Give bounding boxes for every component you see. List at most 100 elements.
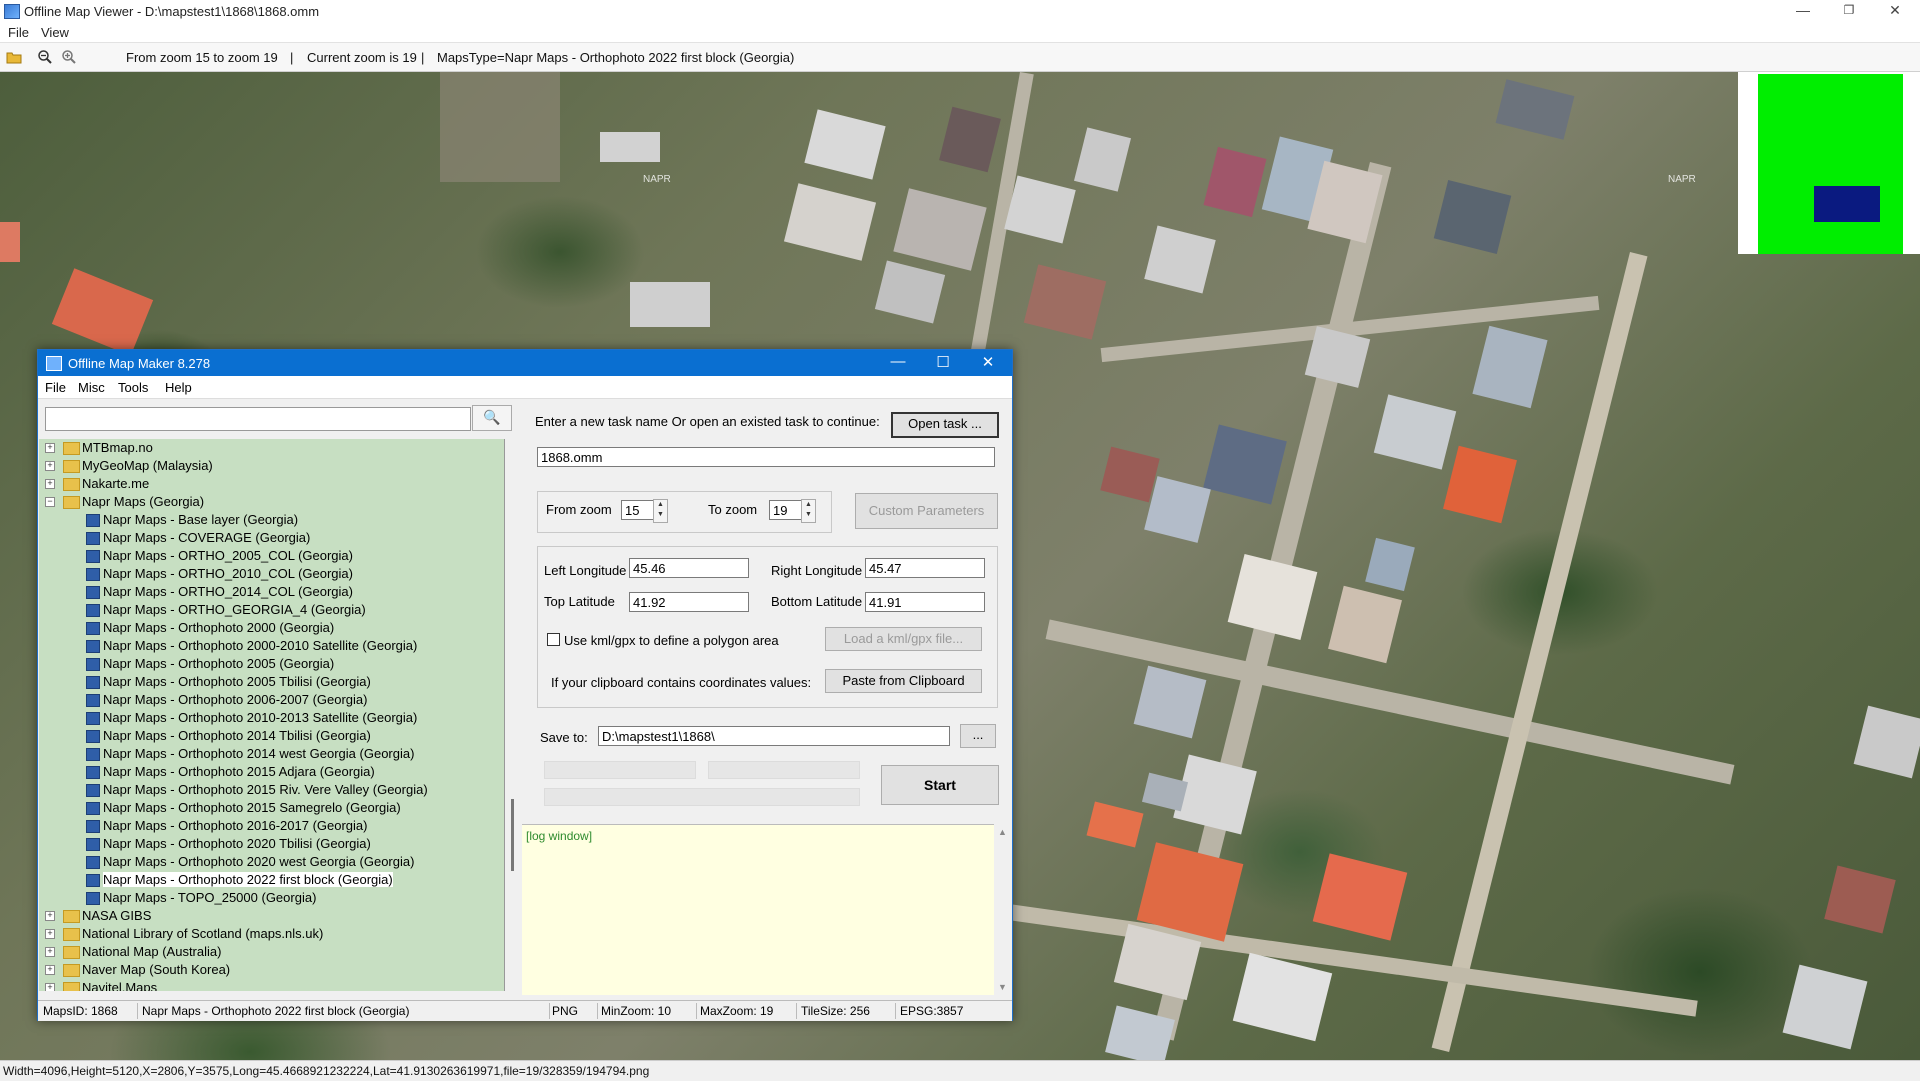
tree-folder-item[interactable]: + NASA GIBS xyxy=(39,907,504,925)
expand-toggle-icon[interactable]: + xyxy=(45,479,55,489)
tree-map-item[interactable]: Napr Maps - ORTHO_2014_COL (Georgia) xyxy=(39,583,504,601)
tree-map-item[interactable]: Napr Maps - Orthophoto 2005 Tbilisi (Geo… xyxy=(39,673,504,691)
right-longitude-input[interactable]: 45.47 xyxy=(865,558,985,578)
expand-toggle-icon[interactable]: + xyxy=(45,929,55,939)
dialog-menu-help[interactable]: Help xyxy=(165,380,192,395)
dialog-menu-file[interactable]: File xyxy=(45,380,66,395)
tree-item-label: Napr Maps - Orthophoto 2000-2010 Satelli… xyxy=(103,638,418,653)
tree-map-item[interactable]: Napr Maps - Orthophoto 2016-2017 (Georgi… xyxy=(39,817,504,835)
from-zoom-input[interactable]: 15 xyxy=(621,500,654,520)
tree-map-item[interactable]: Napr Maps - Orthophoto 2014 Tbilisi (Geo… xyxy=(39,727,504,745)
menu-view[interactable]: View xyxy=(41,25,69,40)
tree-map-item[interactable]: Napr Maps - Orthophoto 2000-2010 Satelli… xyxy=(39,637,504,655)
tree-folder-item[interactable]: + National Map (Australia) xyxy=(39,943,504,961)
left-longitude-input[interactable]: 45.46 xyxy=(629,558,749,578)
tree-map-item[interactable]: Napr Maps - Orthophoto 2014 west Georgia… xyxy=(39,745,504,763)
zoom-out-icon[interactable] xyxy=(37,49,53,65)
custom-parameters-button[interactable]: Custom Parameters xyxy=(855,493,998,529)
building xyxy=(1373,394,1457,470)
folder-icon xyxy=(63,982,80,991)
tree-folder-item[interactable]: + Navitel.Maps xyxy=(39,979,504,991)
dialog-maximize-button[interactable]: ☐ xyxy=(923,353,963,371)
from-zoom-stepper[interactable]: ▲ ▼ xyxy=(653,499,668,523)
tree-map-item[interactable]: Napr Maps - Orthophoto 2010-2013 Satelli… xyxy=(39,709,504,727)
tree-item-label: Naver Map (South Korea) xyxy=(82,962,231,977)
bottom-latitude-input[interactable]: 41.91 xyxy=(865,592,985,612)
tree-item-label: Napr Maps - Orthophoto 2005 (Georgia) xyxy=(103,656,335,671)
paste-clipboard-button[interactable]: Paste from Clipboard xyxy=(825,669,982,693)
dialog-menu-misc[interactable]: Misc xyxy=(78,380,105,395)
map-source-tree[interactable]: + MTBmap.no + MyGeoMap (Malaysia) + Nakarte.m… xyxy=(39,439,505,991)
tree-map-item[interactable]: Napr Maps - Orthophoto 2022 first block … xyxy=(39,871,504,889)
tree-item-label: Napr Maps - Orthophoto 2000 (Georgia) xyxy=(103,620,335,635)
expand-toggle-icon[interactable]: + xyxy=(45,983,55,991)
tree-map-item[interactable]: Napr Maps - Orthophoto 2015 Riv. Vere Va… xyxy=(39,781,504,799)
tree-map-item[interactable]: Napr Maps - Orthophoto 2005 (Georgia) xyxy=(39,655,504,673)
maps-name: Napr Maps - Orthophoto 2022 first block … xyxy=(142,1004,410,1018)
building xyxy=(1365,537,1415,592)
tree-map-item[interactable]: Napr Maps - ORTHO_2005_COL (Georgia) xyxy=(39,547,504,565)
browse-button[interactable]: ... xyxy=(960,724,996,748)
kml-polygon-checkbox[interactable] xyxy=(547,633,560,646)
tree-map-item[interactable]: Napr Maps - COVERAGE (Georgia) xyxy=(39,529,504,547)
start-button[interactable]: Start xyxy=(881,765,999,805)
dialog-minimize-button[interactable]: — xyxy=(878,353,918,370)
expand-toggle-icon[interactable]: + xyxy=(45,911,55,921)
minimap-viewport[interactable] xyxy=(1814,186,1880,222)
close-button[interactable]: ✕ xyxy=(1872,0,1918,22)
tree-map-item[interactable]: Napr Maps - Orthophoto 2006-2007 (Georgi… xyxy=(39,691,504,709)
to-zoom-input[interactable]: 19 xyxy=(769,500,802,520)
dialog-menu-tools[interactable]: Tools xyxy=(118,380,148,395)
menu-file[interactable]: File xyxy=(8,25,29,40)
open-task-button[interactable]: Open task ... xyxy=(891,412,999,438)
tree-map-item[interactable]: Napr Maps - TOPO_25000 (Georgia) xyxy=(39,889,504,907)
tree-map-item[interactable]: Napr Maps - ORTHO_2010_COL (Georgia) xyxy=(39,565,504,583)
tree-folder-item[interactable]: + MTBmap.no xyxy=(39,439,504,457)
tree-map-item[interactable]: Napr Maps - Base layer (Georgia) xyxy=(39,511,504,529)
tree-map-item[interactable]: Napr Maps - Orthophoto 2000 (Georgia) xyxy=(39,619,504,637)
tree-item-label: Napr Maps - Orthophoto 2020 Tbilisi (Geo… xyxy=(103,836,371,851)
open-folder-icon[interactable] xyxy=(6,49,22,65)
expand-toggle-icon[interactable]: + xyxy=(45,965,55,975)
scroll-up-icon[interactable]: ▲ xyxy=(994,827,1011,837)
tree-map-item[interactable]: Napr Maps - Orthophoto 2015 Samegrelo (G… xyxy=(39,799,504,817)
dialog-menubar: File Misc Tools Help xyxy=(38,376,1012,399)
save-path-input[interactable]: D:\mapstest1\1868\ xyxy=(598,726,950,746)
maximize-button[interactable]: ❐ xyxy=(1826,0,1872,22)
to-zoom-stepper[interactable]: ▲ ▼ xyxy=(801,499,816,523)
expand-toggle-icon[interactable]: + xyxy=(45,461,55,471)
building xyxy=(893,188,987,271)
minimap[interactable] xyxy=(1738,72,1920,254)
tree-map-item[interactable]: Napr Maps - Orthophoto 2015 Adjara (Geor… xyxy=(39,763,504,781)
top-latitude-input[interactable]: 41.92 xyxy=(629,592,749,612)
scrollbar-thumb[interactable] xyxy=(511,799,514,871)
expand-toggle-icon[interactable]: + xyxy=(45,947,55,957)
tile-size: TileSize: 256 xyxy=(801,1004,870,1018)
scroll-down-icon[interactable]: ▼ xyxy=(994,982,1011,992)
tree-map-item[interactable]: Napr Maps - Orthophoto 2020 west Georgia… xyxy=(39,853,504,871)
log-scrollbar[interactable]: ▲ ▼ xyxy=(994,824,1011,994)
tree-folder-item[interactable]: + Nakarte.me xyxy=(39,475,504,493)
load-kml-button[interactable]: Load a kml/gpx file... xyxy=(825,627,982,651)
tree-scrollbar[interactable] xyxy=(506,439,520,991)
tree-item-label: Napr Maps - ORTHO_2010_COL (Georgia) xyxy=(103,566,353,581)
tree-folder-item[interactable]: + Naver Map (South Korea) xyxy=(39,961,504,979)
expand-toggle-icon[interactable]: − xyxy=(45,497,55,507)
log-window[interactable]: [log window] xyxy=(522,824,994,995)
minimize-button[interactable]: — xyxy=(1780,0,1826,22)
map-search-input[interactable] xyxy=(45,407,471,431)
expand-toggle-icon[interactable]: + xyxy=(45,443,55,453)
tree-folder-item[interactable]: − Napr Maps (Georgia) xyxy=(39,493,504,511)
map-layer-icon xyxy=(86,730,100,743)
tree-map-item[interactable]: Napr Maps - ORTHO_GEORGIA_4 (Georgia) xyxy=(39,601,504,619)
zoom-in-icon[interactable] xyxy=(61,49,77,65)
to-zoom-label: To zoom xyxy=(708,502,758,517)
tree-folder-item[interactable]: + National Library of Scotland (maps.nls.… xyxy=(39,925,504,943)
tree-folder-item[interactable]: + MyGeoMap (Malaysia) xyxy=(39,457,504,475)
search-icon[interactable]: 🔍 xyxy=(472,405,512,431)
task-name-input[interactable]: 1868.omm xyxy=(537,447,995,467)
min-zoom: MinZoom: 10 xyxy=(601,1004,672,1018)
tree-map-item[interactable]: Napr Maps - Orthophoto 2020 Tbilisi (Geo… xyxy=(39,835,504,853)
dialog-close-button[interactable]: ✕ xyxy=(968,353,1008,371)
building xyxy=(1853,705,1920,779)
